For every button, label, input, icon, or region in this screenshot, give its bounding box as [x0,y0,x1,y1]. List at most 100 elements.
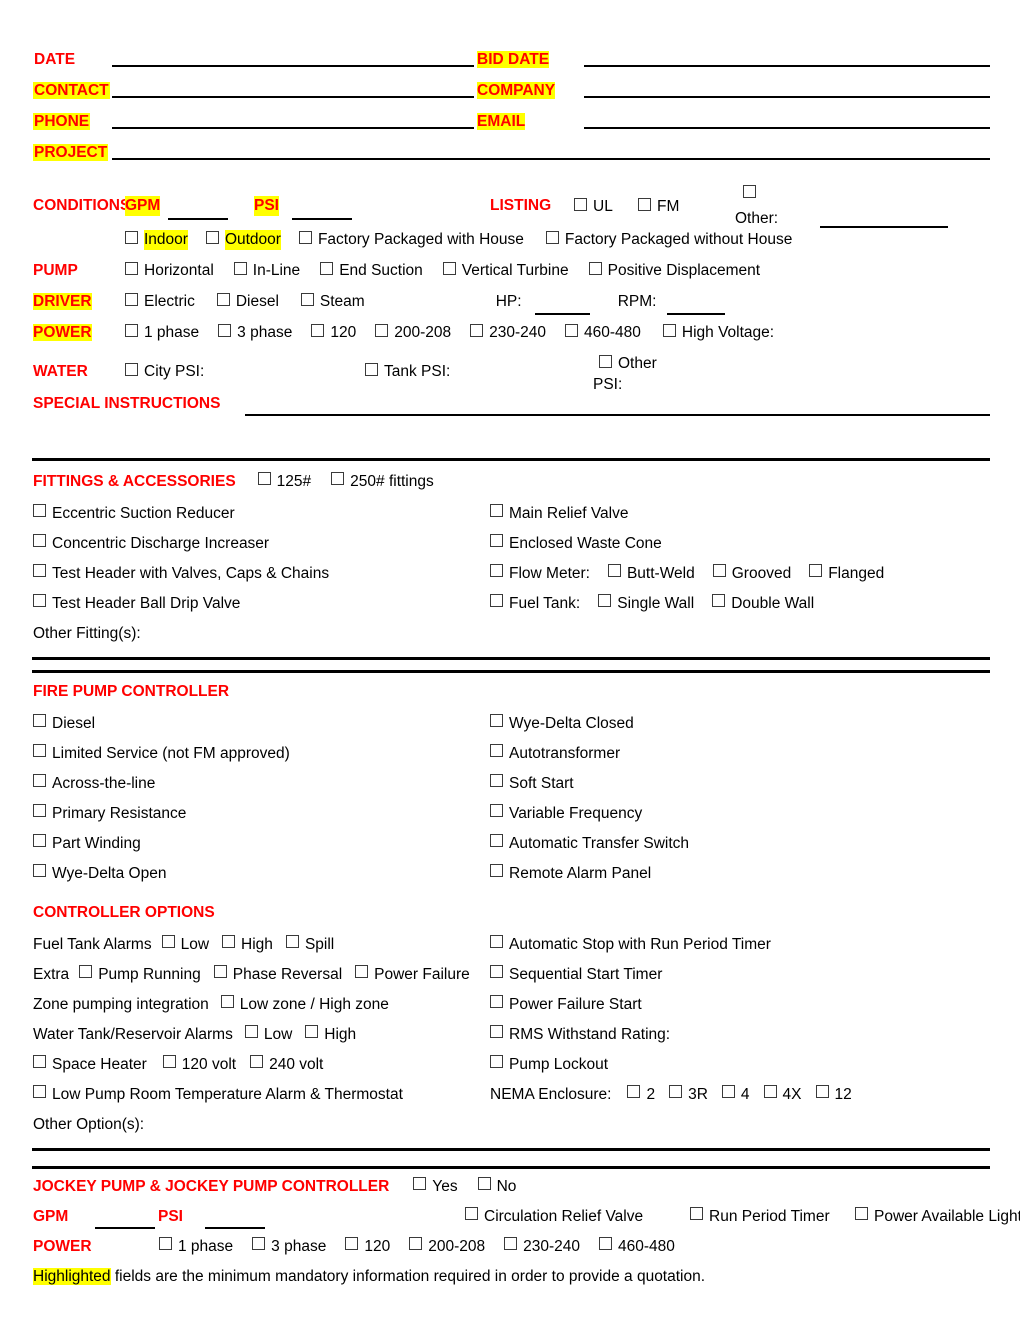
checkbox-fuel-tank-alarm-high[interactable] [222,935,236,948]
option-fuel-tank-single-wall[interactable]: Single Wall [598,593,694,614]
option-low-pump-room-temperature-alarm[interactable]: Low Pump Room Temperature Alarm & Thermo… [33,1084,403,1105]
checkbox-pump-end-suction[interactable] [320,262,334,275]
checkbox-power-failure-start[interactable] [490,995,503,1008]
option-indoor[interactable]: Indoor [125,230,188,250]
option-extra-pump-running[interactable]: Pump Running [79,964,201,985]
option-fuel-tank-double-wall[interactable]: Double Wall [712,593,814,614]
checkbox-sequential-start-timer[interactable] [490,965,503,978]
checkbox-nema-2[interactable] [627,1085,641,1098]
checkbox-concentric-discharge-increaser[interactable] [33,534,46,547]
checkbox-water-tank-alarm-low[interactable] [244,1025,258,1038]
option-jockey-power-460-480[interactable]: 460-480 [599,1236,675,1257]
option-controller-autotransformer[interactable]: Autotransformer [490,743,620,764]
checkbox-power-high-voltage[interactable] [662,324,676,337]
option-test-header-valves-caps-chains[interactable]: Test Header with Valves, Caps & Chains [33,563,329,584]
input-date[interactable] [112,64,474,67]
checkbox-space-heater[interactable] [33,1055,46,1068]
option-circulation-relief-valve[interactable]: Circulation Relief Valve [465,1206,643,1227]
option-pump-horizontal[interactable]: Horizontal [125,261,214,281]
input-company[interactable] [584,95,990,98]
option-nema-4x[interactable]: 4X [763,1084,802,1105]
checkbox-jockey-power-3-phase[interactable] [252,1237,266,1250]
checkbox-power-200-208[interactable] [375,324,389,337]
checkbox-nema-4[interactable] [721,1085,735,1098]
option-factory-packaged-with-house[interactable]: Factory Packaged with House [298,230,524,250]
option-flow-meter[interactable]: Flow Meter: [490,563,590,584]
option-fittings-250[interactable]: 250# fittings [331,471,434,492]
option-jockey-power-1-phase[interactable]: 1 phase [159,1236,233,1257]
checkbox-controller-limited-service[interactable] [33,744,46,757]
option-jockey-power-120[interactable]: 120 [345,1236,390,1257]
checkbox-enclosed-waste-cone[interactable] [490,534,503,547]
checkbox-flow-meter-flanged[interactable] [809,564,823,577]
input-rpm[interactable] [666,313,725,315]
checkbox-power-3-phase[interactable] [218,324,232,337]
option-nema-12[interactable]: 12 [815,1084,852,1105]
checkbox-extra-phase-reversal[interactable] [213,965,227,978]
checkbox-driver-electric[interactable] [125,293,138,306]
checkbox-water-city-psi[interactable] [125,363,138,376]
option-fittings-125[interactable]: 125# [257,471,311,492]
option-pump-in-line[interactable]: In-Line [233,261,300,281]
option-driver-diesel[interactable]: Diesel [216,292,279,312]
option-pump-lockout[interactable]: Pump Lockout [490,1054,608,1075]
checkbox-controller-remote-alarm-panel[interactable] [490,864,503,877]
checkbox-low-zone-high-zone[interactable] [220,995,234,1008]
checkbox-fittings-125[interactable] [257,472,271,485]
option-jockey-no[interactable]: No [477,1176,516,1197]
input-hp[interactable] [534,313,590,315]
checkbox-rms-withstand-rating[interactable] [490,1025,503,1038]
option-eccentric-suction-reducer[interactable]: Eccentric Suction Reducer [33,503,235,524]
input-psi[interactable] [292,218,352,220]
checkbox-pump-horizontal[interactable] [125,262,138,275]
checkbox-nema-4x[interactable] [763,1085,777,1098]
option-fuel-tank-alarm-spill[interactable]: Spill [285,934,334,955]
checkbox-fuel-tank-alarm-low[interactable] [161,935,175,948]
option-space-heater-240-volt[interactable]: 240 volt [250,1054,323,1075]
checkbox-fuel-tank-alarm-spill[interactable] [285,935,299,948]
option-space-heater-120-volt[interactable]: 120 volt [162,1054,236,1075]
option-water-tank-alarm-high[interactable]: High [305,1024,356,1045]
option-power-460-480[interactable]: 460-480 [565,323,641,343]
checkbox-water-tank-psi[interactable] [365,363,378,376]
checkbox-flow-meter-grooved[interactable] [712,564,726,577]
option-pump-positive-displacement[interactable]: Positive Displacement [588,261,760,281]
input-phone[interactable] [112,126,474,129]
option-jockey-power-3-phase[interactable]: 3 phase [252,1236,326,1257]
option-nema-4[interactable]: 4 [721,1084,750,1105]
checkbox-automatic-stop-run-period-timer[interactable] [490,935,503,948]
option-test-header-ball-drip-valve[interactable]: Test Header Ball Drip Valve [33,593,240,614]
option-driver-electric[interactable]: Electric [125,292,195,312]
option-listing-fm[interactable]: FM [638,197,679,217]
checkbox-factory-packaged-without-house[interactable] [545,231,559,244]
checkbox-indoor[interactable] [125,231,138,244]
option-space-heater[interactable]: Space Heater [33,1054,147,1075]
option-pump-vertical-turbine[interactable]: Vertical Turbine [442,261,569,281]
checkbox-jockey-power-460-480[interactable] [599,1237,612,1250]
checkbox-low-pump-room-temperature-alarm[interactable] [33,1085,46,1098]
input-email[interactable] [584,126,990,129]
checkbox-jockey-power-1-phase[interactable] [159,1237,172,1250]
option-jockey-yes[interactable]: Yes [413,1176,458,1197]
option-enclosed-waste-cone[interactable]: Enclosed Waste Cone [490,533,662,554]
checkbox-test-header-valves-caps-chains[interactable] [33,564,46,577]
option-low-zone-high-zone[interactable]: Low zone / High zone [220,994,389,1015]
checkbox-water-other[interactable] [599,355,612,368]
option-nema-2[interactable]: 2 [627,1084,655,1105]
option-power-1-phase[interactable]: 1 phase [125,323,199,343]
checkbox-controller-across-the-line[interactable] [33,774,46,787]
option-controller-remote-alarm-panel[interactable]: Remote Alarm Panel [490,863,651,884]
option-controller-wye-delta-open[interactable]: Wye-Delta Open [33,863,166,884]
checkbox-pump-in-line[interactable] [233,262,247,275]
option-controller-diesel[interactable]: Diesel [33,713,95,734]
checkbox-fuel-tank-single-wall[interactable] [598,594,612,607]
checkbox-controller-soft-start[interactable] [490,774,503,787]
checkbox-eccentric-suction-reducer[interactable] [33,504,46,517]
input-listing-other[interactable] [820,226,948,228]
checkbox-jockey-power-120[interactable] [345,1237,359,1250]
checkbox-power-460-480[interactable] [565,324,578,337]
option-power-120[interactable]: 120 [311,323,356,343]
checkbox-power-120[interactable] [311,324,325,337]
checkbox-power-1-phase[interactable] [125,324,138,337]
option-fuel-tank[interactable]: Fuel Tank: [490,593,580,614]
